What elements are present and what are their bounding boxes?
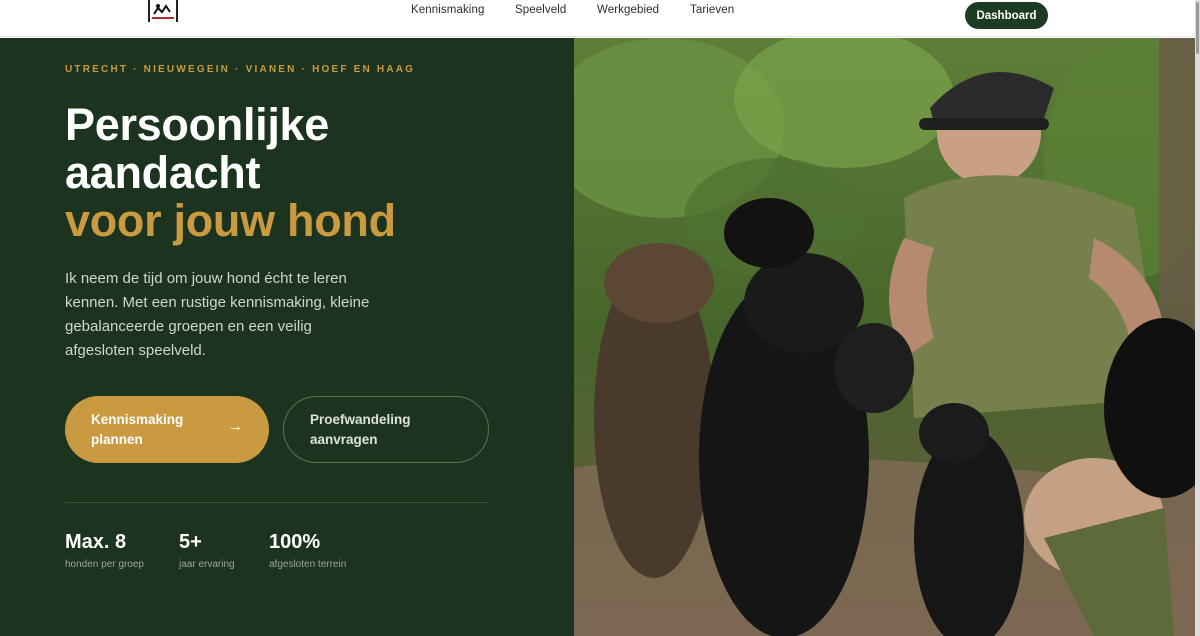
primary-button-label: Kennismaking plannen bbox=[91, 411, 184, 447]
hero-title-line2: aandacht bbox=[65, 147, 261, 198]
stat-value: 5+ bbox=[179, 531, 202, 553]
stat-caption: honden per groep bbox=[65, 559, 144, 570]
stat-value: Max. 8 bbox=[65, 531, 127, 553]
proefwandeling-aanvragen-button[interactable]: Proefwandeling aanvragen bbox=[283, 396, 489, 463]
dog-walker-photo-illustration bbox=[574, 38, 1195, 636]
dashboard-button[interactable]: Dashboard bbox=[965, 2, 1048, 29]
stat-caption: jaar ervaring bbox=[179, 559, 235, 570]
kennismaking-plannen-button[interactable]: Kennismaking plannen → bbox=[65, 396, 269, 463]
hero-title: Persoonlijke aandacht voor jouw hond bbox=[65, 101, 396, 245]
site-header: Kennismaking Speelveld Werkgebied Tariev… bbox=[0, 0, 1200, 37]
secondary-button-label: Proefwandeling aanvragen bbox=[310, 411, 411, 447]
arrow-right-icon: → bbox=[227, 418, 243, 435]
stat-fenced-terrain: 100% afgesloten terrein bbox=[269, 530, 346, 570]
main-nav: Kennismaking Speelveld Werkgebied Tariev… bbox=[0, 2, 1200, 29]
nav-link-kennismaking[interactable]: Kennismaking bbox=[411, 4, 484, 16]
hero-eyebrow: UTRECHT · NIEUWEGEIN · VIANEN · HOEF EN … bbox=[65, 64, 416, 75]
stat-caption: afgesloten terrein bbox=[269, 559, 347, 570]
stat-group-size: Max. 8 honden per groep bbox=[65, 530, 144, 570]
nav-link-werkgebied[interactable]: Werkgebied bbox=[597, 4, 659, 16]
nav-link-speelveld[interactable]: Speelveld bbox=[515, 4, 566, 16]
stats-divider bbox=[65, 502, 489, 503]
nav-link-tarieven[interactable]: Tarieven bbox=[690, 4, 734, 16]
scrollbar[interactable] bbox=[1195, 0, 1200, 636]
hero-panel: UTRECHT · NIEUWEGEIN · VIANEN · HOEF EN … bbox=[0, 38, 574, 636]
hero-photo bbox=[574, 38, 1195, 636]
hero-lead: Ik neem de tijd om jouw hond écht te ler… bbox=[65, 270, 370, 359]
stat-experience: 5+ jaar ervaring bbox=[179, 530, 235, 570]
hero-title-accent: voor jouw hond bbox=[65, 195, 396, 246]
stat-value: 100% bbox=[269, 531, 321, 553]
hero-title-line1: Persoonlijke bbox=[65, 99, 330, 150]
scrollbar-thumb[interactable] bbox=[1196, 2, 1199, 54]
